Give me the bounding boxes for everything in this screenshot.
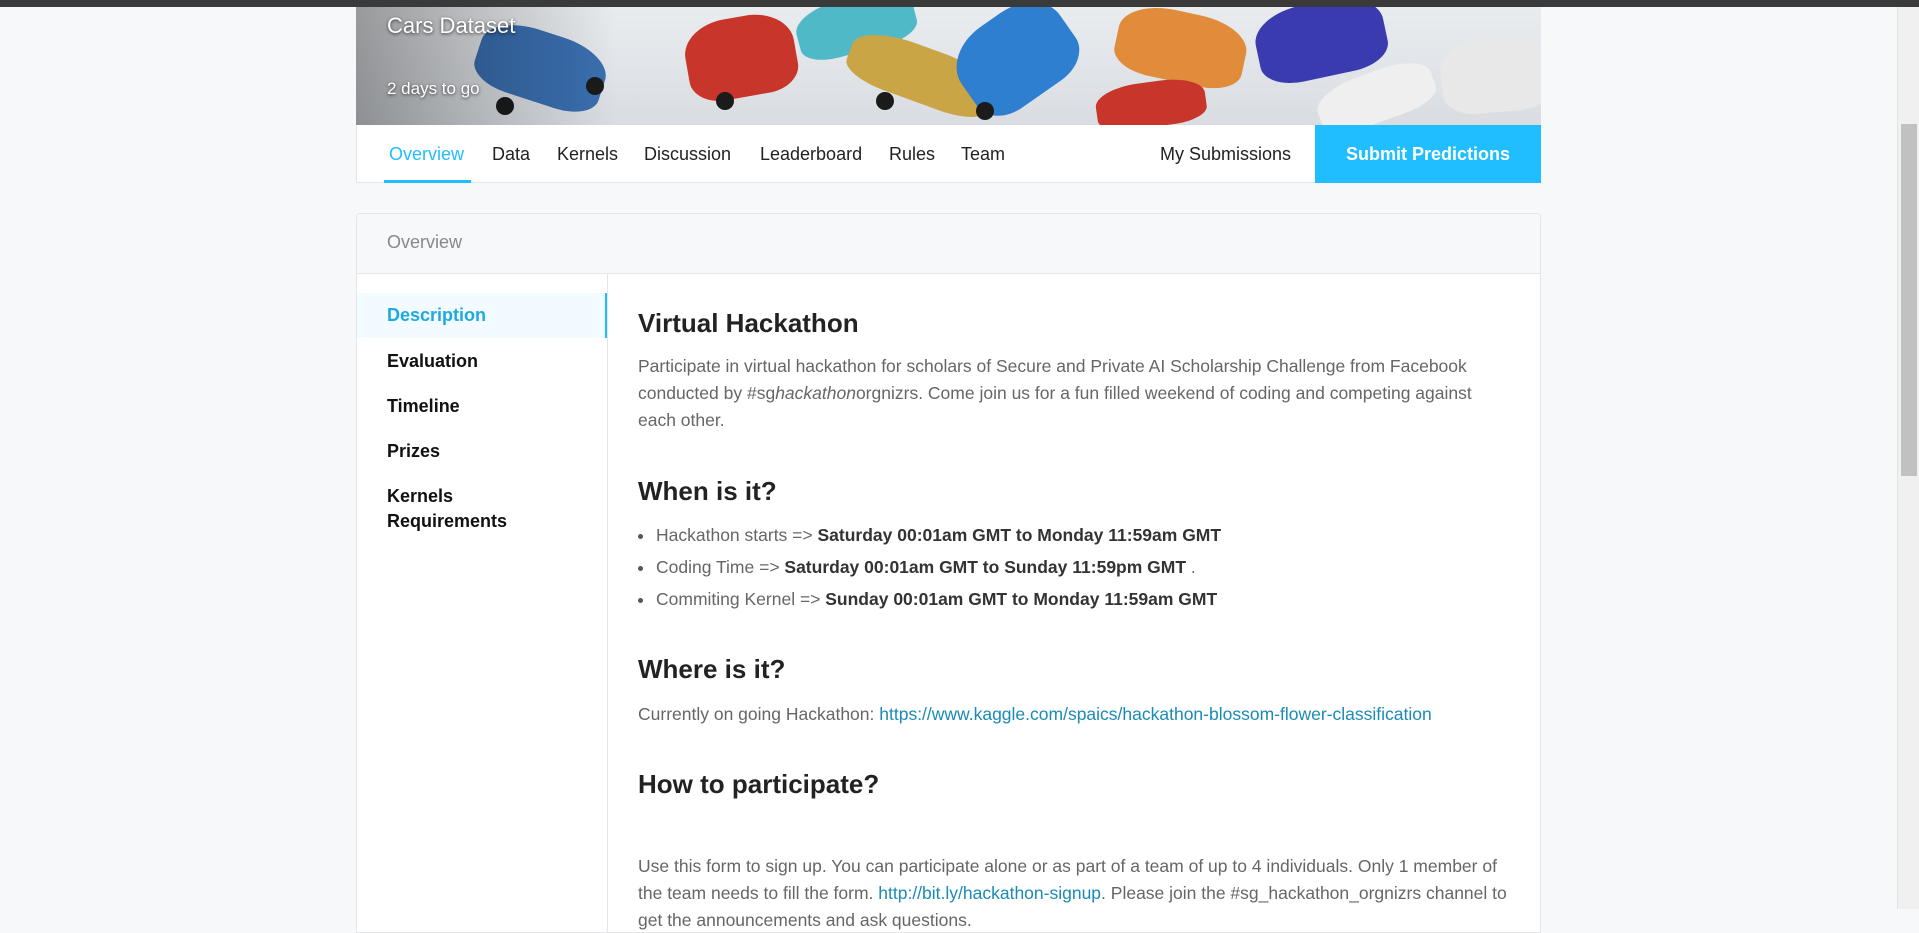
heading-when: When is it? [638,476,777,506]
banner-car-image [1093,74,1209,125]
tab-rules[interactable]: Rules [889,125,935,183]
browser-top-bar [0,0,1919,7]
when-value: Saturday 00:01am GMT to Monday 11:59am G… [817,525,1222,545]
when-value: Saturday 00:01am GMT to Sunday 11:59pm G… [784,557,1187,577]
when-suffix: . [1186,557,1196,577]
tab-overview[interactable]: Overview [389,125,464,183]
panel-title: Overview [387,232,463,252]
my-submissions-link[interactable]: My Submissions [1160,125,1291,183]
banner-car-image [1437,32,1541,117]
overview-panel: Overview Description Evaluation Timeline… [356,213,1541,933]
banner-car-image [679,8,803,106]
heading-where: Where is it? [638,654,786,684]
when-value: Sunday 00:01am GMT to Monday 11:59am GMT [825,589,1218,609]
sidebar-item-description[interactable]: Description [357,293,607,338]
bullet-icon [638,566,643,571]
submit-predictions-button[interactable]: Submit Predictions [1315,125,1541,183]
tab-discussion[interactable]: Discussion [644,125,731,183]
where-paragraph: Currently on going Hackathon: https://ww… [638,701,1508,728]
when-label: Commiting Kernel => [656,589,826,609]
sidebar-item-kernels-requirements[interactable]: Kernels Requirements [357,484,537,534]
sidebar-item-timeline[interactable]: Timeline [357,394,607,419]
tab-kernels[interactable]: Kernels [557,125,618,183]
competition-title: Cars Dataset [387,13,516,38]
sidebar-item-evaluation[interactable]: Evaluation [357,349,607,374]
hackathon-link[interactable]: https://www.kaggle.com/spaics/hackathon-… [879,704,1431,724]
sidebar-item-prizes[interactable]: Prizes [357,439,607,464]
intro-text-italic: hackathon [775,383,856,403]
bullet-icon [638,598,643,603]
panel-header: Overview [357,214,1540,274]
active-tab-indicator [384,180,471,183]
intro-paragraph: Participate in virtual hackathon for sch… [638,353,1508,434]
signup-link[interactable]: http://bit.ly/hackathon-signup [878,883,1101,903]
when-label: Hackathon starts => [656,525,818,545]
scrollbar-thumb[interactable] [1901,124,1917,476]
tab-team[interactable]: Team [961,125,1005,183]
participate-paragraph: Use this form to sign up. You can partic… [638,853,1508,932]
tab-leaderboard[interactable]: Leaderboard [760,125,862,183]
heading-how-to-participate: How to participate? [638,769,880,799]
where-label: Currently on going Hackathon: [638,704,880,724]
deadline-text: 2 days to go [387,79,480,98]
tab-data[interactable]: Data [492,125,530,183]
overview-sidebar: Description Evaluation Timeline Prizes K… [357,273,608,932]
bullet-icon [638,534,643,539]
competition-nav: Overview Data Kernels Discussion Leaderb… [356,125,1541,183]
heading-virtual-hackathon: Virtual Hackathon [638,308,859,338]
page-scrollbar[interactable] [1897,7,1919,909]
competition-banner: Cars Dataset 2 days to go [356,7,1541,125]
when-label: Coding Time => [656,557,785,577]
